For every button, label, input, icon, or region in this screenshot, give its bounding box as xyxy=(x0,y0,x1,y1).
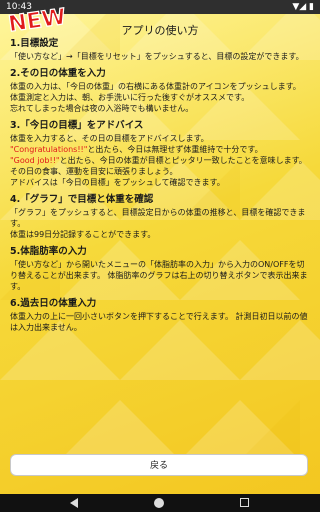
section-text: 「使い方など」から開いたメニューの「体脂肪率の入力」から入力のON/OFFを切り… xyxy=(10,260,308,291)
section-advice: 3.「今日の目標」をアドバイス 体重を入力すると、その日の目標をアドバイスします… xyxy=(10,120,310,188)
section-heading: 3.「今日の目標」をアドバイス xyxy=(10,120,144,131)
section-text: 体重の入力は、「今日の体重」の右横にある体重計のアイコンをプッシュします。 xyxy=(10,82,301,91)
section-text: 忘れてしまった場合は夜の入浴時でも構いません。 xyxy=(10,104,194,113)
section-text: 体重入力の上に一回小さいボタンを押下することで行えます。 計測日初日以前の値は入… xyxy=(10,312,308,332)
section-heading: 6.過去日の体重入力 xyxy=(10,298,97,309)
section-goal-setting: 1.目標設定 「使い方など」→「目標をリセット」をプッシュすると、目標の設定がで… xyxy=(10,38,310,62)
page-title: アプリの使い方 xyxy=(121,24,199,37)
section-heading: 5.体脂肪率の入力 xyxy=(10,246,87,257)
section-heading: 4.「グラフ」で目標と体重を確認 xyxy=(10,194,154,205)
section-past-weight: 6.過去日の体重入力 体重入力の上に一回小さいボタンを押下することで行えます。 … xyxy=(10,298,310,333)
good-job-text: "Good job!!" xyxy=(10,156,60,165)
nav-recents-icon[interactable] xyxy=(240,498,249,507)
congratulations-text: "Congratulations!!" xyxy=(10,145,88,154)
section-text: 体重は99日分記録することができます。 xyxy=(10,230,156,239)
nav-back-icon[interactable] xyxy=(70,498,78,508)
section-text: 体重測定と入力は、朝、お手洗いに行った後すぐがオススメです。 xyxy=(10,93,250,102)
section-heading: 1.目標設定 xyxy=(10,38,59,49)
section-text: その日の食事、運動を目安に頑張りましょう。 xyxy=(10,167,178,176)
instructions: 1.目標設定 「使い方など」→「目標をリセット」をプッシュすると、目標の設定がで… xyxy=(10,38,310,339)
section-text: 「使い方など」→「目標をリセット」をプッシュすると、目標の設定ができます。 xyxy=(10,52,304,61)
section-graph: 4.「グラフ」で目標と体重を確認 「グラフ」をプッシュすると、目標設定日からの体… xyxy=(10,194,310,240)
section-body-fat: 5.体脂肪率の入力 「使い方など」から開いたメニューの「体脂肪率の入力」から入力… xyxy=(10,246,310,292)
section-text: "Congratulations!!"と出たら、今日は無理せず体重維持で十分です… xyxy=(10,145,263,154)
section-text: アドバイスは「今日の目標」をプッシュして確認できます。 xyxy=(10,178,225,187)
section-text: 「グラフ」をプッシュすると、目標設定日からの体重の推移と、目標を確認できます。 xyxy=(10,208,306,228)
navigation-bar xyxy=(0,494,320,512)
section-text: "Good job!!"と出たら、今日の体重が目標とピッタリ一致したことを意味し… xyxy=(10,156,307,165)
section-heading: 2.その日の体重を入力 xyxy=(10,68,106,79)
section-weight-input: 2.その日の体重を入力 体重の入力は、「今日の体重」の右横にある体重計のアイコン… xyxy=(10,68,310,114)
nav-home-icon[interactable] xyxy=(154,498,164,508)
section-text: 体重を入力すると、その日の目標をアドバイスします。 xyxy=(10,134,209,143)
status-icons: ▼◢ ▮ xyxy=(292,2,314,12)
back-button[interactable]: 戻る xyxy=(10,454,308,476)
